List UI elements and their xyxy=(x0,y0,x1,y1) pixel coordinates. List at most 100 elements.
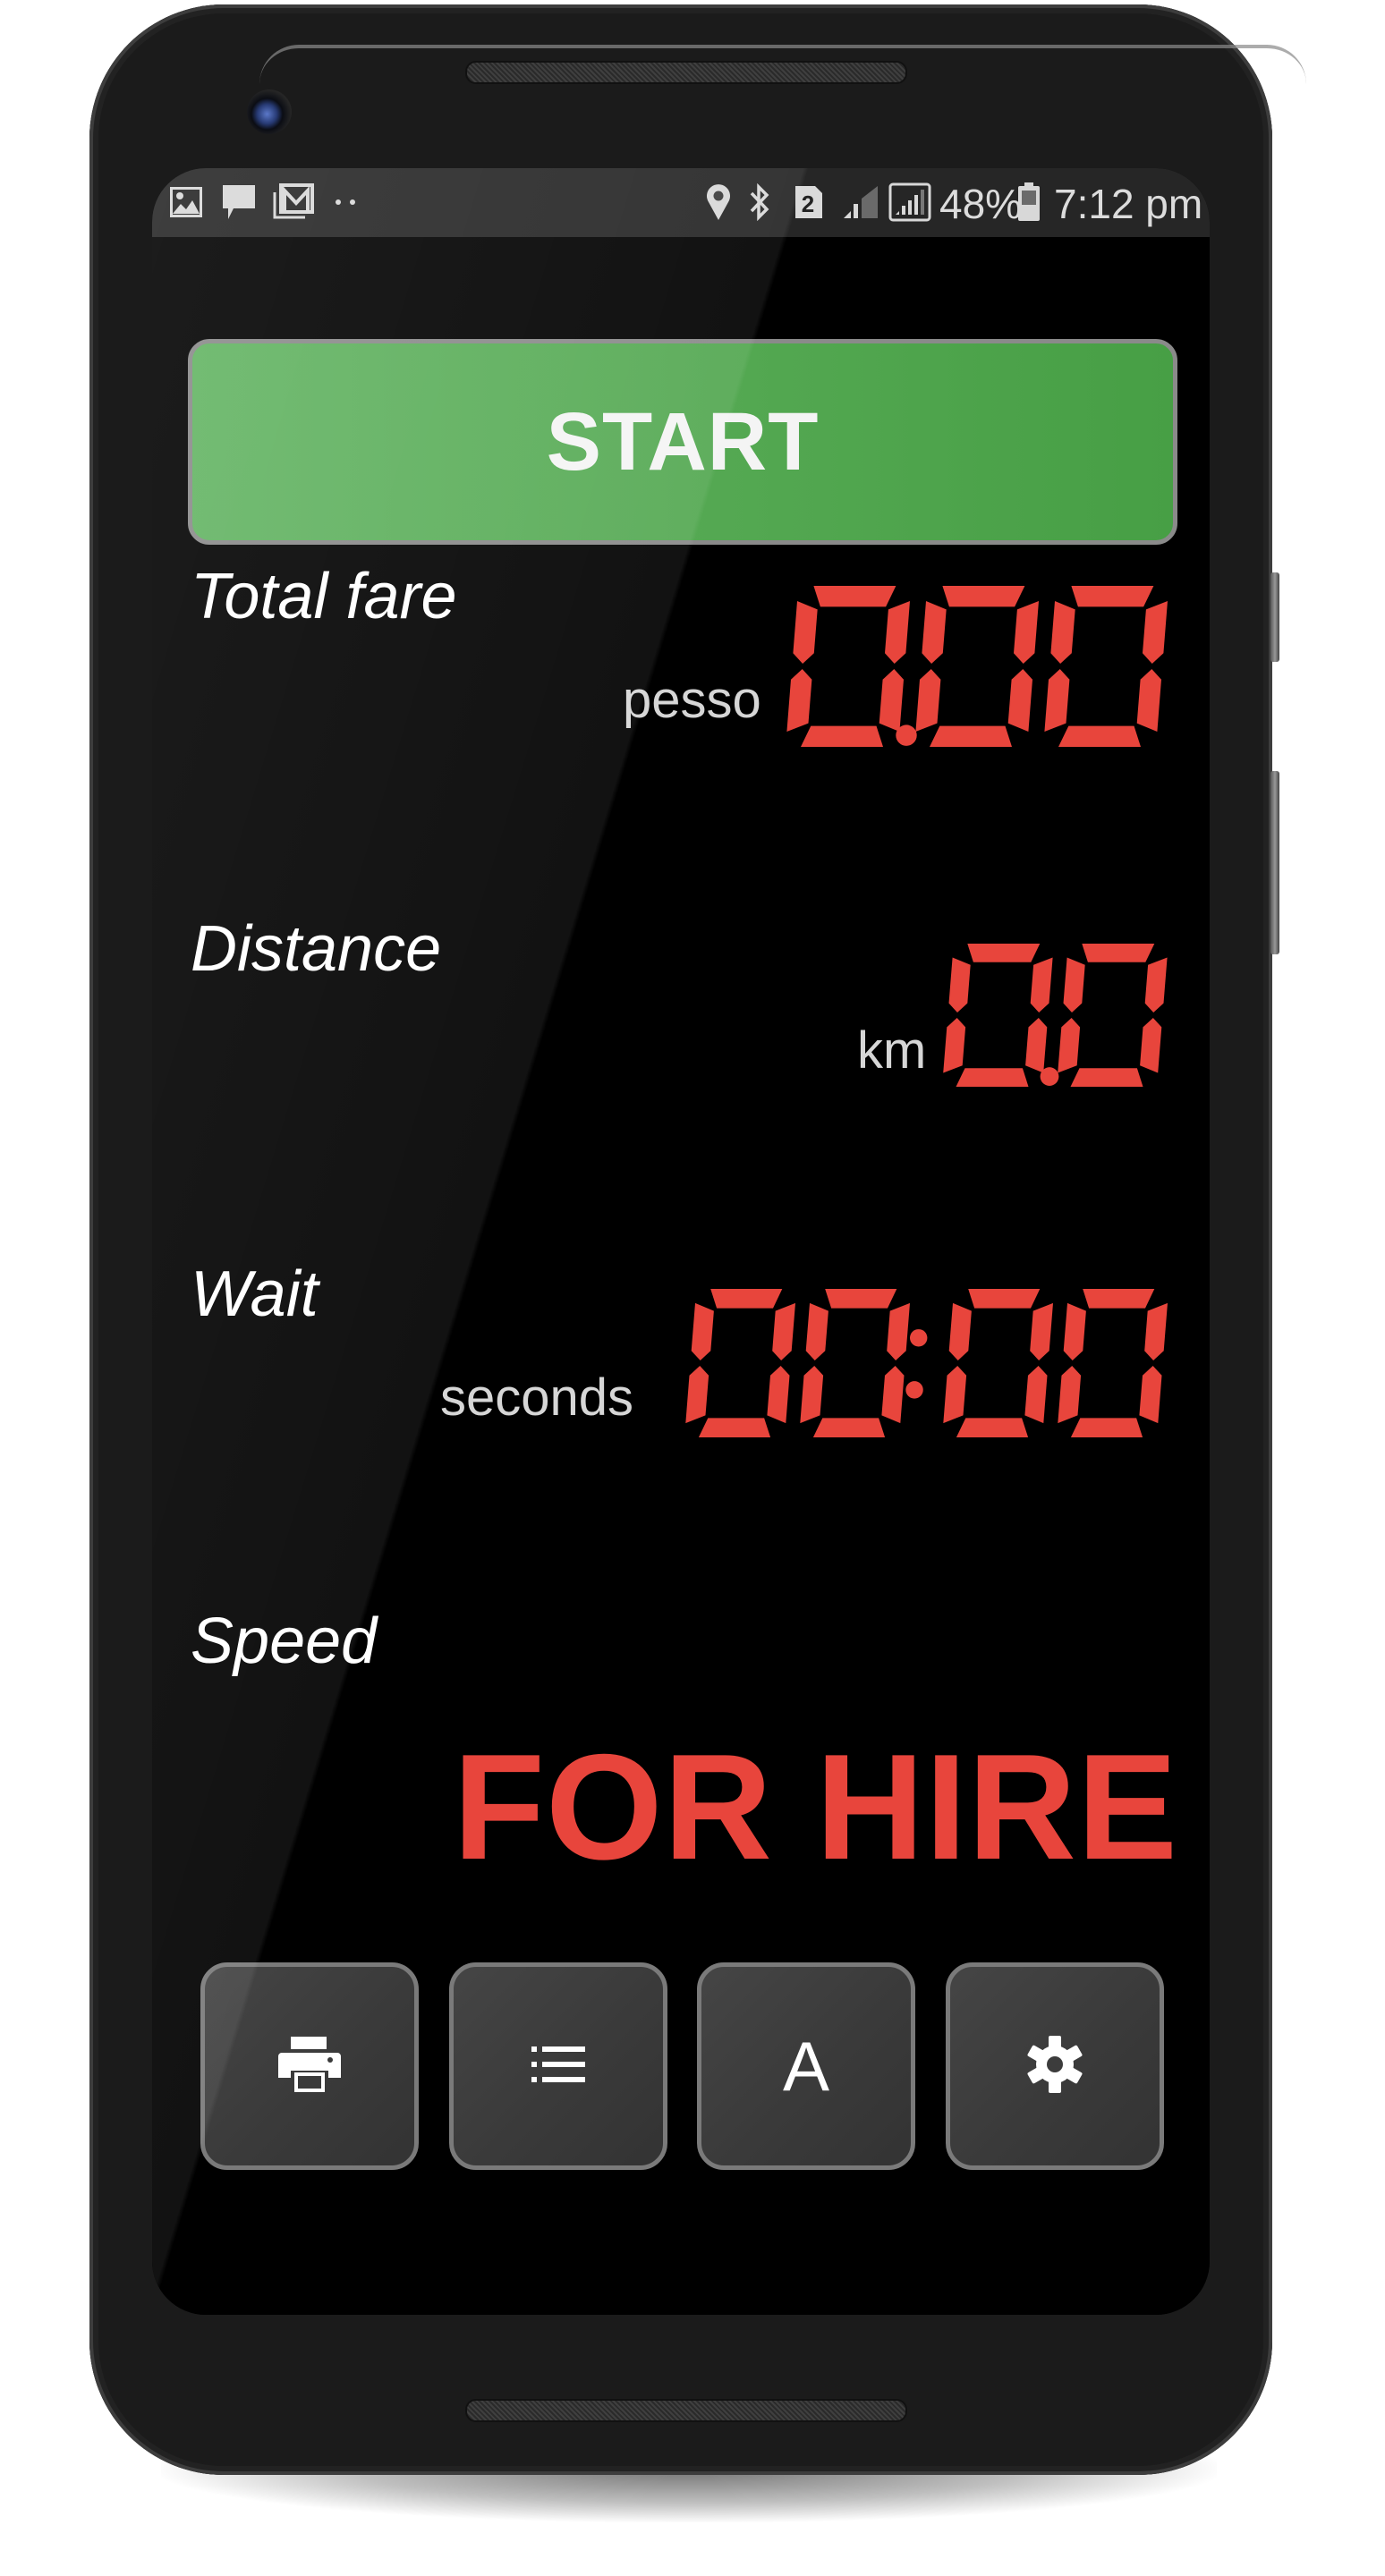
segment-digit xyxy=(943,1289,1053,1437)
segment-a xyxy=(1082,944,1155,962)
segment-b xyxy=(1029,1302,1053,1360)
segment-d xyxy=(812,1418,885,1437)
segment-c xyxy=(1025,1018,1048,1073)
segment-a xyxy=(709,1289,783,1309)
segment-f xyxy=(948,1302,972,1360)
segment-c xyxy=(1140,1018,1162,1073)
segment-b xyxy=(1144,957,1168,1013)
list-button[interactable] xyxy=(449,1962,667,2170)
segment-c xyxy=(767,1366,790,1424)
segment-c xyxy=(1136,669,1161,732)
segment-b xyxy=(1142,601,1168,664)
distance-unit: km xyxy=(857,1021,927,1080)
segment-e xyxy=(943,1366,966,1424)
segment-e xyxy=(1058,1018,1081,1073)
segment-e xyxy=(943,1018,966,1073)
segment-b xyxy=(771,1302,795,1360)
segment-e xyxy=(1058,1366,1081,1424)
segment-digit xyxy=(786,586,910,747)
message-icon xyxy=(220,184,258,220)
segment-c xyxy=(881,1366,905,1424)
location-icon xyxy=(705,184,732,220)
segment-e xyxy=(685,1366,709,1424)
speed-label: Speed xyxy=(191,1606,378,1677)
front-camera xyxy=(247,89,292,134)
segment-d xyxy=(1058,725,1141,747)
segment-e xyxy=(914,669,940,732)
gmail-icon xyxy=(272,183,315,220)
segment-digit xyxy=(1058,1289,1168,1437)
segment-b xyxy=(1143,1302,1168,1360)
power-button xyxy=(1270,572,1279,662)
segment-b xyxy=(1030,957,1053,1013)
segment-e xyxy=(1043,669,1069,732)
colon-separator xyxy=(905,1329,928,1399)
segment-d xyxy=(800,725,883,747)
signal-icon xyxy=(841,184,882,220)
segment-c xyxy=(1139,1366,1162,1424)
segment-f xyxy=(1063,1302,1086,1360)
wait-label: Wait xyxy=(191,1258,319,1330)
segment-d xyxy=(1070,1068,1143,1087)
segment-c xyxy=(1007,669,1032,732)
status-bar: 2 48% 7:12 pm xyxy=(152,168,1210,237)
segment-a xyxy=(967,1289,1041,1309)
segment-f xyxy=(1049,601,1075,664)
distance-display xyxy=(942,944,1177,1087)
more-dots-icon xyxy=(333,184,360,220)
segment-digit xyxy=(943,944,1053,1087)
segment-a xyxy=(824,1289,897,1309)
font-icon: A xyxy=(782,2026,830,2106)
wait-unit: seconds xyxy=(440,1368,634,1427)
printer-icon xyxy=(278,2036,341,2097)
segment-b xyxy=(1013,601,1039,664)
segment-digit xyxy=(914,586,1039,747)
total-fare-label: Total fare xyxy=(191,561,457,632)
segment-f xyxy=(1063,957,1085,1013)
segment-d xyxy=(929,725,1012,747)
start-button[interactable]: START xyxy=(188,339,1177,545)
svg-text:2: 2 xyxy=(802,191,814,217)
segment-f xyxy=(921,601,947,664)
segment-digit xyxy=(685,1289,795,1437)
battery-icon xyxy=(1016,182,1041,221)
segment-c xyxy=(1024,1366,1048,1424)
bluetooth-icon xyxy=(746,183,773,221)
segment-digit xyxy=(800,1289,910,1437)
segment-f xyxy=(691,1302,714,1360)
segment-digit xyxy=(1043,586,1168,747)
screen: 2 48% 7:12 pm START Total fare pesso Dis… xyxy=(152,168,1210,2315)
segment-a xyxy=(812,586,896,607)
segment-d xyxy=(1070,1418,1143,1437)
sim-2-icon: 2 xyxy=(793,184,825,220)
segment-a xyxy=(1082,1289,1155,1309)
segment-e xyxy=(800,1366,823,1424)
decimal-point xyxy=(1040,1067,1059,1086)
segment-c xyxy=(879,669,904,732)
image-icon xyxy=(168,184,204,220)
list-icon xyxy=(531,2046,585,2087)
battery-percent: 48% xyxy=(939,181,1023,227)
segment-a xyxy=(967,944,1041,962)
earpiece-speaker xyxy=(465,61,907,84)
fare-unit: pesso xyxy=(623,671,761,729)
font-button[interactable]: A xyxy=(697,1962,915,2170)
segment-f xyxy=(805,1302,828,1360)
segment-digit xyxy=(1058,944,1168,1087)
segment-a xyxy=(941,586,1024,607)
volume-button xyxy=(1270,771,1279,954)
segment-b xyxy=(886,1302,910,1360)
segment-e xyxy=(786,669,811,732)
settings-button[interactable] xyxy=(946,1962,1164,2170)
clock: 7:12 pm xyxy=(1054,181,1203,227)
segment-b xyxy=(884,601,910,664)
segment-d xyxy=(956,1418,1028,1437)
print-button[interactable] xyxy=(200,1962,419,2170)
segment-f xyxy=(792,601,818,664)
gear-icon xyxy=(1025,2035,1084,2098)
wait-display xyxy=(684,1289,1177,1437)
signal-boxed-icon xyxy=(888,182,932,222)
segment-d xyxy=(698,1418,770,1437)
segment-d xyxy=(956,1068,1029,1087)
segment-a xyxy=(1070,586,1153,607)
